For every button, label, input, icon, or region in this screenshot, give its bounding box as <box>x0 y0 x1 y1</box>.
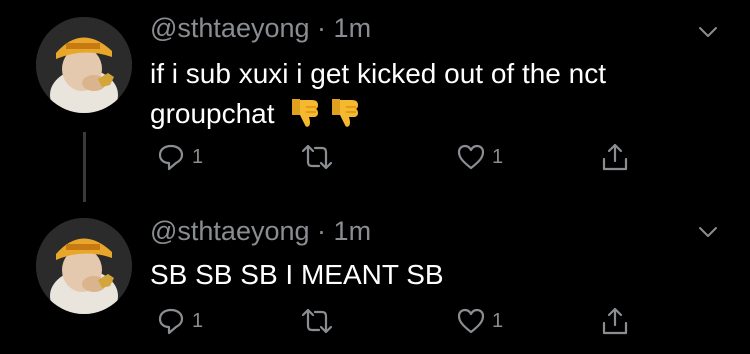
tweet-text-content: SB SB SB I MEANT SB <box>150 259 444 290</box>
reply-count: 1 <box>192 145 204 168</box>
retweet-button[interactable] <box>300 140 340 174</box>
tweet-meta: @sthtaeyong · 1m <box>150 13 371 44</box>
tweet[interactable]: @sthtaeyong · 1m if i sub xuxi i get kic… <box>0 0 750 202</box>
user-handle[interactable]: @sthtaeyong <box>150 216 310 246</box>
tweet-meta: @sthtaeyong · 1m <box>150 216 371 247</box>
tweet-text: if i sub xuxi i get kicked out of the nc… <box>150 54 710 134</box>
user-handle[interactable]: @sthtaeyong <box>150 13 310 43</box>
tweet-timestamp[interactable]: 1m <box>334 13 372 43</box>
thumbs-down-icon <box>288 95 322 129</box>
meta-separator: · <box>317 216 327 246</box>
reply-icon <box>158 144 184 171</box>
tweet-actions: 1 1 <box>150 304 650 338</box>
retweet-icon <box>301 144 333 170</box>
thumbs-down-icon <box>328 95 362 129</box>
chevron-down-icon[interactable] <box>696 220 720 244</box>
like-count: 1 <box>492 145 504 168</box>
retweet-button[interactable] <box>300 304 340 338</box>
meta-separator: · <box>317 13 327 43</box>
share-icon <box>602 143 628 171</box>
like-button[interactable]: 1 <box>456 140 503 174</box>
chevron-down-icon[interactable] <box>696 20 720 44</box>
reply-button[interactable]: 1 <box>156 304 203 338</box>
reply-count: 1 <box>192 309 204 332</box>
share-button[interactable] <box>600 140 630 174</box>
tweet-timestamp[interactable]: 1m <box>334 216 372 246</box>
retweet-icon <box>301 308 333 334</box>
tweet-actions: 1 1 <box>150 140 650 174</box>
tweet[interactable]: @sthtaeyong · 1m SB SB SB I MEANT SB 1 1 <box>0 200 750 354</box>
avatar[interactable] <box>36 17 132 113</box>
avatar[interactable] <box>36 218 132 314</box>
reply-icon <box>158 308 184 335</box>
heart-icon <box>457 308 485 334</box>
thread-connector <box>83 132 86 202</box>
reply-button[interactable]: 1 <box>156 140 203 174</box>
share-button[interactable] <box>600 304 630 338</box>
heart-icon <box>457 144 485 170</box>
share-icon <box>602 307 628 335</box>
tweet-text: SB SB SB I MEANT SB <box>150 255 710 295</box>
like-button[interactable]: 1 <box>456 304 503 338</box>
like-count: 1 <box>492 309 504 332</box>
tweet-text-content: if i sub xuxi i get kicked out of the nc… <box>150 58 607 129</box>
